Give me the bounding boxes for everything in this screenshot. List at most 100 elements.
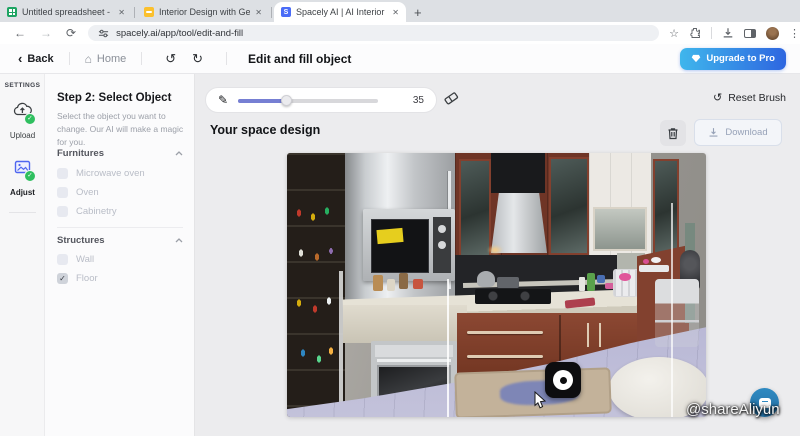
blue-cup	[597, 275, 605, 283]
bookmark-star-icon[interactable]: ☆	[669, 27, 679, 40]
back-chevron-icon: ‹	[18, 52, 22, 65]
white-bottle	[579, 277, 585, 291]
redo-button[interactable]: ↻	[192, 52, 203, 65]
main-area: ✎ 35 ↺ Reset Brush Your space design Dow…	[195, 74, 800, 436]
drawer-handle	[467, 331, 543, 334]
step-panel: Step 2: Select Object Select the object …	[45, 74, 195, 436]
jar	[387, 279, 395, 291]
pot	[497, 277, 519, 288]
delete-design-button[interactable]	[660, 120, 686, 146]
reset-brush-label: Reset Brush	[728, 92, 786, 104]
checkbox-row-cabinetry[interactable]: Cabinetry	[57, 206, 117, 217]
checkbox[interactable]	[57, 254, 68, 265]
checkbox-row-floor[interactable]: ✓ Floor	[57, 273, 98, 284]
slider-thumb[interactable]	[281, 95, 292, 106]
url-bar[interactable]: spacely.ai/app/tool/edit-and-fill	[88, 25, 659, 41]
download-button[interactable]: Download	[694, 119, 782, 146]
home-icon: ⌂	[85, 53, 92, 65]
checkbox-label: Floor	[76, 273, 98, 284]
brush-cursor-hole	[560, 377, 567, 384]
google-sheets-icon	[7, 7, 17, 17]
browser-navbar: ← → ⟳ spacely.ai/app/tool/edit-and-fill …	[0, 22, 800, 44]
app-header: ‹ Back ⌂ Home ↺ ↻ Edit and fill object U…	[0, 44, 800, 74]
brush-guide-line	[671, 203, 673, 417]
side-panel-icon[interactable]	[744, 29, 756, 38]
eraser-button[interactable]	[443, 91, 459, 110]
section-furnitures[interactable]: Furnitures	[57, 148, 183, 159]
tab-close-icon[interactable]: ✕	[255, 8, 262, 17]
section-structures[interactable]: Structures	[57, 235, 183, 246]
reload-icon[interactable]: ⟳	[66, 27, 76, 39]
back-label: Back	[27, 53, 53, 65]
tab-title: Interior Design with Generati	[159, 7, 250, 17]
reset-icon: ↺	[713, 93, 722, 104]
pink-bowl	[619, 273, 631, 281]
app-window: Untitled spreadsheet - Goog ✕ Interior D…	[0, 0, 800, 436]
brush-size-value: 35	[413, 95, 424, 106]
reset-brush-button[interactable]: ↺ Reset Brush	[713, 92, 786, 104]
glass-cabinet-door	[549, 157, 589, 255]
checkbox-label: Microwave oven	[76, 168, 145, 179]
new-tab-button[interactable]: +	[414, 5, 422, 20]
oven-handle	[377, 359, 451, 362]
rail-divider	[9, 212, 36, 213]
chevron-up-icon	[175, 238, 183, 243]
canvas-title: Your space design	[210, 123, 320, 137]
checkbox-checked[interactable]: ✓	[57, 273, 68, 284]
profile-avatar[interactable]	[766, 27, 779, 40]
header-divider	[141, 52, 142, 65]
back-nav-icon[interactable]: ←	[14, 27, 26, 39]
tab-close-icon[interactable]: ✕	[392, 8, 399, 17]
upgrade-to-pro-button[interactable]: Upgrade to Pro	[680, 48, 786, 70]
spacely-favicon: S	[281, 7, 291, 17]
mouse-cursor	[534, 391, 547, 409]
checkbox-row-oven[interactable]: Oven	[57, 187, 99, 198]
checkbox-row-wall[interactable]: Wall	[57, 254, 94, 265]
tab-separator	[271, 7, 272, 18]
checkbox[interactable]	[57, 206, 68, 217]
url-text: spacely.ai/app/tool/edit-and-fill	[116, 28, 243, 39]
tab-spreadsheet[interactable]: Untitled spreadsheet - Goog ✕	[0, 2, 132, 22]
tab-spacely-active[interactable]: S Spacely AI | AI Interior Desig ✕	[274, 2, 406, 22]
back-button[interactable]: ‹ Back	[18, 53, 54, 65]
microwave-knob	[438, 241, 446, 249]
undo-button[interactable]: ↺	[165, 52, 176, 65]
rail-item-adjust[interactable]: ✓ Adjust	[0, 160, 45, 197]
gas-stove	[475, 289, 551, 304]
white-bowl	[651, 257, 661, 263]
canvas-image[interactable]	[287, 153, 706, 417]
downloads-icon[interactable]	[722, 27, 734, 39]
brush-size-slider[interactable]	[238, 94, 378, 106]
pantry-shelf	[287, 153, 345, 417]
tab-separator	[134, 7, 135, 18]
hood-chimney	[491, 153, 545, 193]
checkbox[interactable]	[57, 187, 68, 198]
checkbox-label: Wall	[76, 254, 94, 265]
jar	[373, 275, 383, 291]
browser-tab-strip: Untitled spreadsheet - Goog ✕ Interior D…	[0, 0, 800, 22]
jar	[399, 273, 408, 289]
check-icon: ✓	[59, 275, 66, 283]
section-name: Structures	[57, 235, 105, 246]
tab-interior-design[interactable]: Interior Design with Generati ✕	[137, 2, 269, 22]
rail-item-upload[interactable]: ✓ Upload	[0, 102, 45, 140]
step-description: Select the object you want to change. Ou…	[57, 110, 184, 148]
home-button[interactable]: ⌂ Home	[85, 53, 127, 65]
upload-label: Upload	[0, 131, 45, 140]
navbar-divider	[711, 27, 712, 39]
tab-close-icon[interactable]: ✕	[118, 8, 125, 17]
extensions-icon[interactable]	[689, 27, 701, 39]
checkbox[interactable]	[57, 168, 68, 179]
navbar-actions: ☆ ⋮	[669, 27, 800, 40]
browser-menu-icon[interactable]: ⋮	[789, 27, 800, 40]
pink-dish	[643, 259, 649, 264]
checkbox-row-microwave[interactable]: Microwave oven	[57, 168, 145, 179]
brush-pencil-icon[interactable]: ✎	[218, 94, 228, 106]
drawer-handle	[467, 355, 543, 358]
pantry-door-frame	[339, 271, 343, 417]
green-bottle	[587, 273, 595, 291]
white-cabinet-glass	[593, 207, 647, 251]
site-info-icon[interactable]	[98, 28, 109, 39]
header-divider	[226, 52, 227, 65]
forward-nav-icon[interactable]: →	[40, 27, 52, 39]
